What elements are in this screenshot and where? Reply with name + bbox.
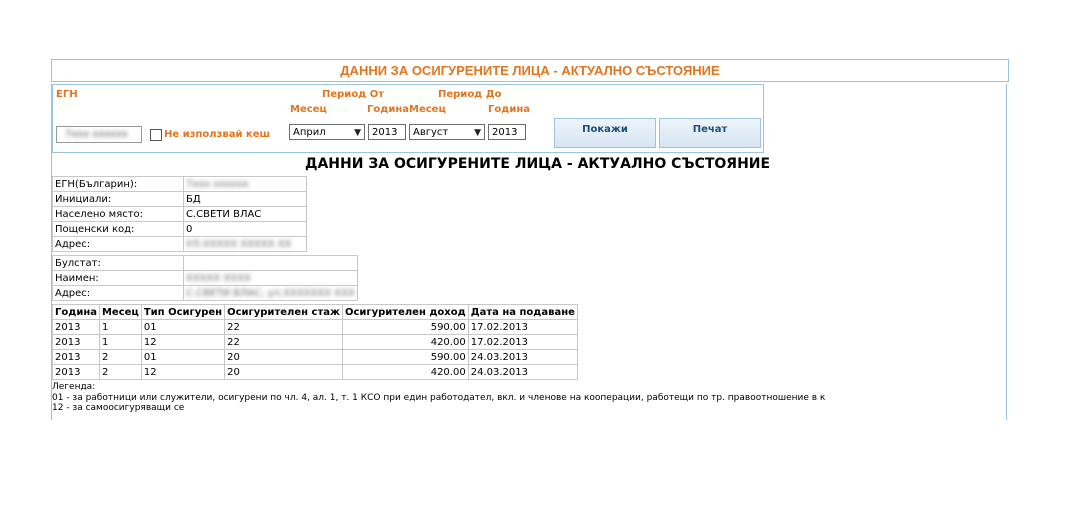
- to-month-select[interactable]: Август ▼: [409, 124, 485, 140]
- table-cell: 2013: [52, 334, 100, 350]
- table-row: 2013 2 12 20 420.00 24.03.2013: [52, 364, 578, 380]
- insurance-data-table: Година Месец Тип Осигурен Осигурителен с…: [52, 304, 578, 380]
- info-row: Булстат:: [52, 255, 358, 271]
- legend-line: 12 - за самоосигуряващи се: [52, 403, 185, 413]
- info-row: Адрес: С.СВЕТИ ВЛАС, ул.ХХХХХХХ ХХХ: [52, 285, 358, 301]
- employer-address-label: Адрес:: [52, 285, 184, 301]
- address-value: УЛ.ХХХХХ ХХХХХ ХХ: [183, 236, 307, 252]
- employer-address-value: С.СВЕТИ ВЛАС, ул.ХХХХХХХ ХХХ: [183, 285, 358, 301]
- table-row: 2013 1 01 22 590.00 17.02.2013: [52, 319, 578, 335]
- column-header: Тип Осигурен: [140, 304, 226, 320]
- address-label: Адрес:: [52, 236, 184, 252]
- page-title: ДАННИ ЗА ОСИГУРЕНИТЕ ЛИЦА - АКТУАЛНО СЪС…: [340, 63, 720, 78]
- table-cell: 17.02.2013: [467, 319, 578, 335]
- table-cell: 24.03.2013: [467, 349, 578, 365]
- egn-label: ЕГН(Българин):: [52, 176, 184, 192]
- no-cache-checkbox[interactable]: [150, 129, 162, 141]
- from-month-value: Април: [293, 127, 326, 138]
- print-button[interactable]: Печат: [659, 118, 761, 148]
- table-cell: 2013: [52, 364, 100, 380]
- place-label: Населено място:: [52, 206, 184, 222]
- legend: Легенда: 01 - за работници или служители…: [52, 382, 825, 414]
- postcode-value: 0: [183, 221, 307, 237]
- table-cell: 1: [98, 319, 142, 335]
- from-year-value: 2013: [372, 127, 398, 138]
- employer-name-value: ХХХХХ ХХХХ: [183, 270, 358, 286]
- table-cell: 12: [140, 364, 226, 380]
- chevron-down-icon: ▼: [474, 128, 481, 138]
- table-cell: 1: [98, 334, 142, 350]
- table-cell: 24.03.2013: [467, 364, 578, 380]
- to-year-label: Година: [488, 104, 530, 115]
- table-cell: 20: [224, 349, 343, 365]
- legend-line: 01 - за работници или служители, осигуре…: [52, 392, 826, 403]
- column-header: Година: [52, 304, 100, 320]
- column-header: Месец: [98, 304, 142, 320]
- egn-input-value: 7xxx xxxxxx: [65, 129, 128, 140]
- info-row: Наимен: ХХХХХ ХХХХ: [52, 270, 358, 286]
- no-cache-label: Не използвай кеш: [164, 129, 271, 140]
- info-row: Адрес: УЛ.ХХХХХ ХХХХХ ХХ: [52, 236, 307, 252]
- table-cell: 590.00: [341, 349, 469, 365]
- from-month-label: Месец: [290, 104, 327, 115]
- person-info-table: ЕГН(Българин): 7xxx xxxxxx Инициали: БД …: [52, 176, 307, 252]
- table-row: 2013 1 12 22 420.00 17.02.2013: [52, 334, 578, 350]
- info-row: Населено място: С.СВЕТИ ВЛАС: [52, 206, 307, 222]
- period-to-label: Период До: [438, 89, 502, 100]
- table-cell: 2013: [52, 319, 100, 335]
- page-header: ДАННИ ЗА ОСИГУРЕНИТЕ ЛИЦА - АКТУАЛНО СЪС…: [51, 59, 1009, 82]
- from-month-select[interactable]: Април ▼: [289, 124, 365, 140]
- chevron-down-icon: ▼: [354, 128, 361, 138]
- period-from-label: Период От: [322, 89, 385, 100]
- table-cell: 420.00: [341, 334, 469, 350]
- report-title: ДАННИ ЗА ОСИГУРЕНИТЕ ЛИЦА - АКТУАЛНО СЪС…: [305, 156, 771, 172]
- from-year-input[interactable]: 2013: [368, 124, 406, 140]
- bulstat-label: Булстат:: [52, 255, 184, 271]
- table-cell: 17.02.2013: [467, 334, 578, 350]
- info-row: ЕГН(Българин): 7xxx xxxxxx: [52, 176, 307, 192]
- table-cell: 22: [224, 319, 343, 335]
- show-button[interactable]: Покажи: [554, 118, 656, 148]
- info-row: Инициали: БД: [52, 191, 307, 207]
- initials-value: БД: [183, 191, 307, 207]
- info-row: Пощенски код: 0: [52, 221, 307, 237]
- column-header: Дата на подаване: [467, 304, 578, 320]
- egn-input[interactable]: 7xxx xxxxxx: [56, 126, 142, 143]
- employer-info-table: Булстат: Наимен: ХХХХХ ХХХХ Адрес: С.СВЕ…: [52, 255, 358, 301]
- to-month-value: Август: [413, 127, 449, 138]
- column-header: Осигурителен доход: [341, 304, 469, 320]
- egn-value: 7xxx xxxxxx: [183, 176, 307, 192]
- to-year-input[interactable]: 2013: [488, 124, 526, 140]
- to-month-label: Месец: [409, 104, 446, 115]
- table-cell: 12: [140, 334, 226, 350]
- table-cell: 420.00: [341, 364, 469, 380]
- table-cell: 01: [140, 319, 226, 335]
- table-cell: 2013: [52, 349, 100, 365]
- egn-label: ЕГН: [56, 89, 78, 100]
- table-cell: 590.00: [341, 319, 469, 335]
- employer-name-label: Наимен:: [52, 270, 184, 286]
- table-header-row: Година Месец Тип Осигурен Осигурителен с…: [52, 304, 578, 320]
- column-header: Осигурителен стаж: [224, 304, 343, 320]
- content-border-right: [1006, 84, 1007, 420]
- to-year-value: 2013: [492, 127, 518, 138]
- postcode-label: Пощенски код:: [52, 221, 184, 237]
- bulstat-value: [183, 255, 358, 271]
- from-year-label: Година: [367, 104, 409, 115]
- table-cell: 2: [98, 364, 142, 380]
- table-row: 2013 2 01 20 590.00 24.03.2013: [52, 349, 578, 365]
- legend-title: Легенда:: [52, 382, 96, 392]
- table-cell: 22: [224, 334, 343, 350]
- initials-label: Инициали:: [52, 191, 184, 207]
- table-cell: 01: [140, 349, 226, 365]
- place-value: С.СВЕТИ ВЛАС: [183, 206, 307, 222]
- filter-panel: ЕГН Период От Период До Месец Година Мес…: [52, 84, 764, 153]
- table-cell: 20: [224, 364, 343, 380]
- table-cell: 2: [98, 349, 142, 365]
